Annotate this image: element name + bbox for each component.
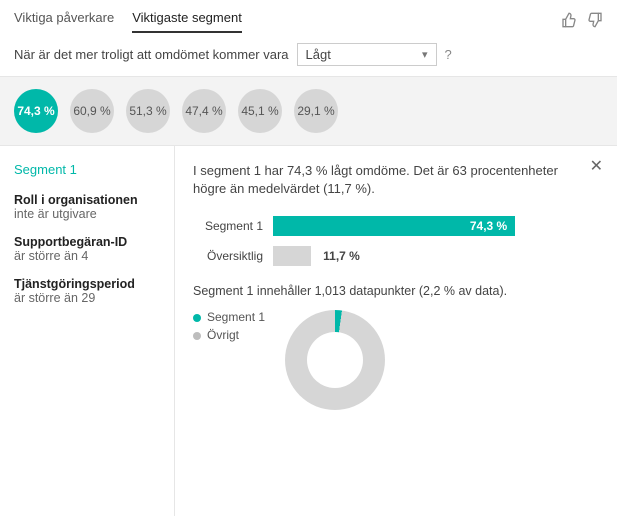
condition-key: Supportbegäran-ID (14, 235, 160, 249)
bar-fill: 74,3 % (273, 216, 515, 236)
chevron-down-icon: ▾ (422, 48, 428, 61)
segment-bubble-3[interactable]: 51,3 % (126, 89, 170, 133)
legend-dot-segment (193, 314, 201, 322)
close-icon[interactable]: ✕ (590, 156, 603, 176)
condition-1: Roll i organisationen inte är utgivare (14, 193, 160, 221)
condition-key: Tjänstgöringsperiod (14, 277, 160, 291)
bar-fill: 11,7 % (273, 246, 311, 266)
bar-label: Segment 1 (193, 219, 273, 233)
legend-dot-other (193, 332, 201, 340)
bar-row-segment: Segment 1 74,3 % (193, 216, 599, 236)
outcome-selected: Lågt (306, 47, 331, 62)
tab-top-segments[interactable]: Viktigaste segment (132, 10, 242, 33)
help-icon[interactable]: ? (445, 47, 452, 62)
condition-2: Supportbegäran-ID är större än 4 (14, 235, 160, 263)
condition-value: är större än 29 (14, 291, 160, 305)
condition-3: Tjänstgöringsperiod är större än 29 (14, 277, 160, 305)
condition-value: är större än 4 (14, 249, 160, 263)
tab-key-influencers[interactable]: Viktiga påverkare (14, 10, 114, 33)
legend-label: Övrigt (207, 328, 239, 342)
condition-key: Roll i organisationen (14, 193, 160, 207)
bar-value: 74,3 % (470, 219, 507, 233)
segment-bubbles: 74,3 % 60,9 % 51,3 % 47,4 % 45,1 % 29,1 … (0, 76, 617, 146)
donut-chart (285, 310, 385, 410)
bar-row-overall: Översiktlig 11,7 % (193, 246, 599, 266)
donut-legend: Segment 1 Övrigt (193, 310, 265, 346)
segment-bar-chart: Segment 1 74,3 % Översiktlig 11,7 % (193, 216, 599, 266)
segment-bubble-4[interactable]: 47,4 % (182, 89, 226, 133)
segment-title: Segment 1 (14, 162, 160, 177)
bar-value: 11,7 % (317, 249, 360, 263)
prompt-text: När är det mer troligt att omdömet komme… (14, 47, 289, 62)
segment-bubble-5[interactable]: 45,1 % (238, 89, 282, 133)
segment-bubble-6[interactable]: 29,1 % (294, 89, 338, 133)
thumbs-up-icon[interactable] (561, 12, 577, 31)
condition-value: inte är utgivare (14, 207, 160, 221)
bar-label: Översiktlig (193, 249, 273, 263)
legend-label: Segment 1 (207, 310, 265, 324)
datapoints-text: Segment 1 innehåller 1,013 datapunkter (… (193, 284, 599, 298)
segment-bubble-1[interactable]: 74,3 % (14, 89, 58, 133)
thumbs-down-icon[interactable] (587, 12, 603, 31)
summary-text: I segment 1 har 74,3 % lågt omdöme. Det … (193, 162, 599, 198)
segment-bubble-2[interactable]: 60,9 % (70, 89, 114, 133)
outcome-select[interactable]: Lågt ▾ (297, 43, 437, 66)
